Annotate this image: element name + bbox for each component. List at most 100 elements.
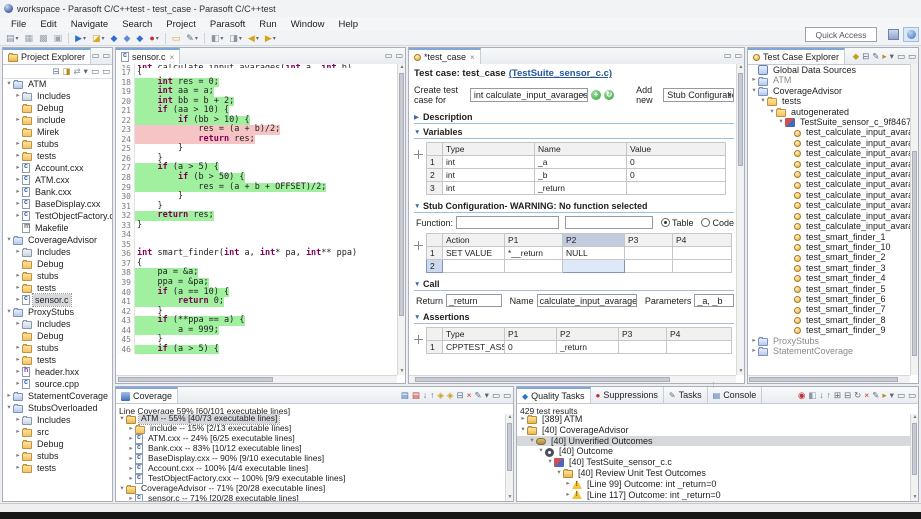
cpp-perspective-icon[interactable] (903, 27, 919, 42)
tree-item[interactable]: test_smart_finder_5 (748, 284, 910, 294)
tree-item[interactable]: test_calculate_input_avarages_2 (748, 148, 910, 158)
tree-item[interactable]: ▾StubsOverloaded (3, 402, 112, 414)
minimize-icon[interactable]: ▭ (724, 52, 732, 60)
twisty-icon[interactable]: ▾ (777, 117, 785, 127)
column-header[interactable]: Name (535, 143, 627, 156)
twisty-icon[interactable]: ▸ (127, 444, 135, 454)
table-cell[interactable]: 2 (427, 169, 443, 182)
tree-item[interactable]: ▾tests (748, 96, 910, 106)
table-cell[interactable]: NULL (563, 247, 625, 260)
column-header[interactable] (427, 328, 443, 341)
scrollbar-thumb[interactable] (415, 377, 670, 382)
menu-project[interactable]: Project (159, 18, 203, 31)
column-header[interactable]: Type (443, 328, 505, 341)
maximize-icon[interactable]: ▭ (102, 67, 110, 76)
link-editor-icon[interactable]: ⇄ (74, 67, 81, 76)
chevron-down-icon[interactable]: ▼ (414, 129, 423, 136)
twisty-icon[interactable]: ▾ (118, 484, 126, 494)
menu-parasoft[interactable]: Parasoft (203, 18, 252, 31)
annotate-button[interactable]: ✎▾ (184, 31, 200, 46)
table-cell[interactable] (625, 260, 673, 273)
table-cell[interactable] (443, 260, 505, 273)
chevron-right-icon[interactable]: ▶ (414, 113, 423, 121)
chevron-down-icon[interactable]: ▼ (414, 314, 423, 321)
dropdown-arrow-icon[interactable]: ▾ (220, 35, 223, 42)
close-icon[interactable]: × (470, 53, 475, 62)
twisty-icon[interactable]: ▸ (14, 198, 22, 210)
test-configuration-button[interactable]: ◪▾ (90, 31, 107, 46)
column-header[interactable]: Value (627, 143, 726, 156)
tree-item[interactable]: ▾[40] Outcome (517, 446, 910, 457)
table-cell[interactable]: SET VALUE (443, 247, 505, 260)
tree-item[interactable]: ▸Includes (3, 246, 112, 258)
column-header[interactable]: P3 (619, 328, 667, 341)
tab-quality-tasks[interactable]: ◆Quality Tasks (517, 387, 591, 403)
menu-run[interactable]: Run (252, 18, 283, 31)
tce-horizontal-scrollbar[interactable] (748, 375, 910, 383)
twisty-icon[interactable]: ▸ (14, 378, 22, 390)
dropdown-arrow-icon[interactable]: ▾ (16, 35, 19, 42)
tree-item[interactable]: test_calculate_input_avarages_8 (748, 211, 910, 221)
menu-file[interactable]: File (4, 18, 33, 31)
scroll-down-icon[interactable]: ▼ (737, 368, 745, 375)
tree-item[interactable]: test_smart_finder_6 (748, 294, 910, 304)
menu-window[interactable]: Window (284, 18, 332, 31)
tree-item[interactable]: ▸tests (3, 462, 112, 474)
tree-item[interactable]: ▸Includes (3, 90, 112, 102)
tree-item[interactable]: test_calculate_input_avarages_3 (748, 159, 910, 169)
tree-item[interactable]: ▾[40] Unverified Outcomes (517, 436, 910, 447)
tree-item[interactable]: test_smart_finder_1 (748, 232, 910, 242)
drag-handle-icon[interactable] (414, 241, 423, 250)
twisty-icon[interactable]: ▾ (546, 457, 554, 468)
twisty-icon[interactable]: ▸ (14, 282, 22, 294)
code-line[interactable]: 36int smart_finder(int a, int* pa, int**… (116, 249, 397, 259)
tree-item[interactable]: ▸include (3, 114, 112, 126)
twisty-icon[interactable]: ▾ (5, 78, 13, 90)
tab-sensor-c[interactable]: sensor.c × (116, 48, 180, 64)
scrollbar-thumb[interactable] (749, 377, 898, 382)
minimize-icon[interactable]: ▭ (897, 52, 905, 61)
tree-item[interactable]: test_calculate_input_avarages_9 (748, 221, 910, 231)
tree-item[interactable]: test_calculate_input_avarages_7 (748, 200, 910, 210)
tree-item[interactable]: ▸tests (3, 282, 112, 294)
twisty-icon[interactable]: ▸ (14, 366, 22, 378)
scrollbar-thumb[interactable] (912, 423, 917, 475)
parameters-input[interactable]: _a, _b (694, 294, 734, 307)
tree-item[interactable]: Global Data Sources (748, 65, 910, 75)
table-cell[interactable]: *__return (505, 247, 563, 260)
twisty-icon[interactable]: ▸ (564, 490, 572, 501)
table-cell[interactable] (673, 247, 732, 260)
scrollbar-thumb[interactable] (399, 73, 404, 316)
tree-item[interactable]: Mirek (3, 126, 112, 138)
maximize-icon[interactable]: ▭ (734, 52, 742, 60)
table-cell[interactable]: _b (535, 169, 627, 182)
tab-test-case-explorer[interactable]: Test Case Explorer (748, 48, 845, 64)
twisty-icon[interactable]: ▸ (127, 424, 135, 434)
column-header[interactable] (427, 234, 443, 247)
link-gold2-icon[interactable]: ◈ (447, 391, 454, 400)
tab-project-explorer[interactable]: Project Explorer (3, 48, 91, 64)
column-header[interactable]: P1 (505, 328, 557, 341)
tab-console[interactable]: ▤Console (708, 387, 763, 403)
menu-navigate[interactable]: Navigate (64, 18, 116, 31)
column-header[interactable]: P2 (557, 328, 619, 341)
table-row[interactable]: 2 (427, 260, 732, 273)
move-up-icon[interactable]: ↑ (827, 391, 831, 400)
tree-item[interactable]: ▸stubs (3, 342, 112, 354)
tree-item[interactable]: ▸stubs (3, 450, 112, 462)
tree-item[interactable]: ▸tests (3, 354, 112, 366)
twisty-icon[interactable]: ▸ (14, 174, 22, 186)
tree-item[interactable]: ▾ATM (3, 78, 112, 90)
radio-code[interactable] (701, 218, 710, 227)
tree-item[interactable]: Debug (3, 102, 112, 114)
search-button[interactable]: ◨▾ (227, 31, 244, 46)
twisty-icon[interactable]: ▸ (750, 336, 758, 346)
minimize-icon[interactable]: ▭ (385, 52, 393, 60)
tree-item[interactable]: ▸source.cpp (3, 378, 112, 390)
tab-coverage[interactable]: Coverage (116, 387, 178, 403)
table-row[interactable]: 3int_return (427, 182, 726, 195)
quality-vertical-scrollbar[interactable]: ▲ ▼ (910, 414, 918, 501)
twisty-icon[interactable]: ▸ (127, 434, 135, 444)
table-cell[interactable]: 2 (427, 260, 443, 273)
tree-item[interactable]: ▾autogenerated (748, 107, 910, 117)
